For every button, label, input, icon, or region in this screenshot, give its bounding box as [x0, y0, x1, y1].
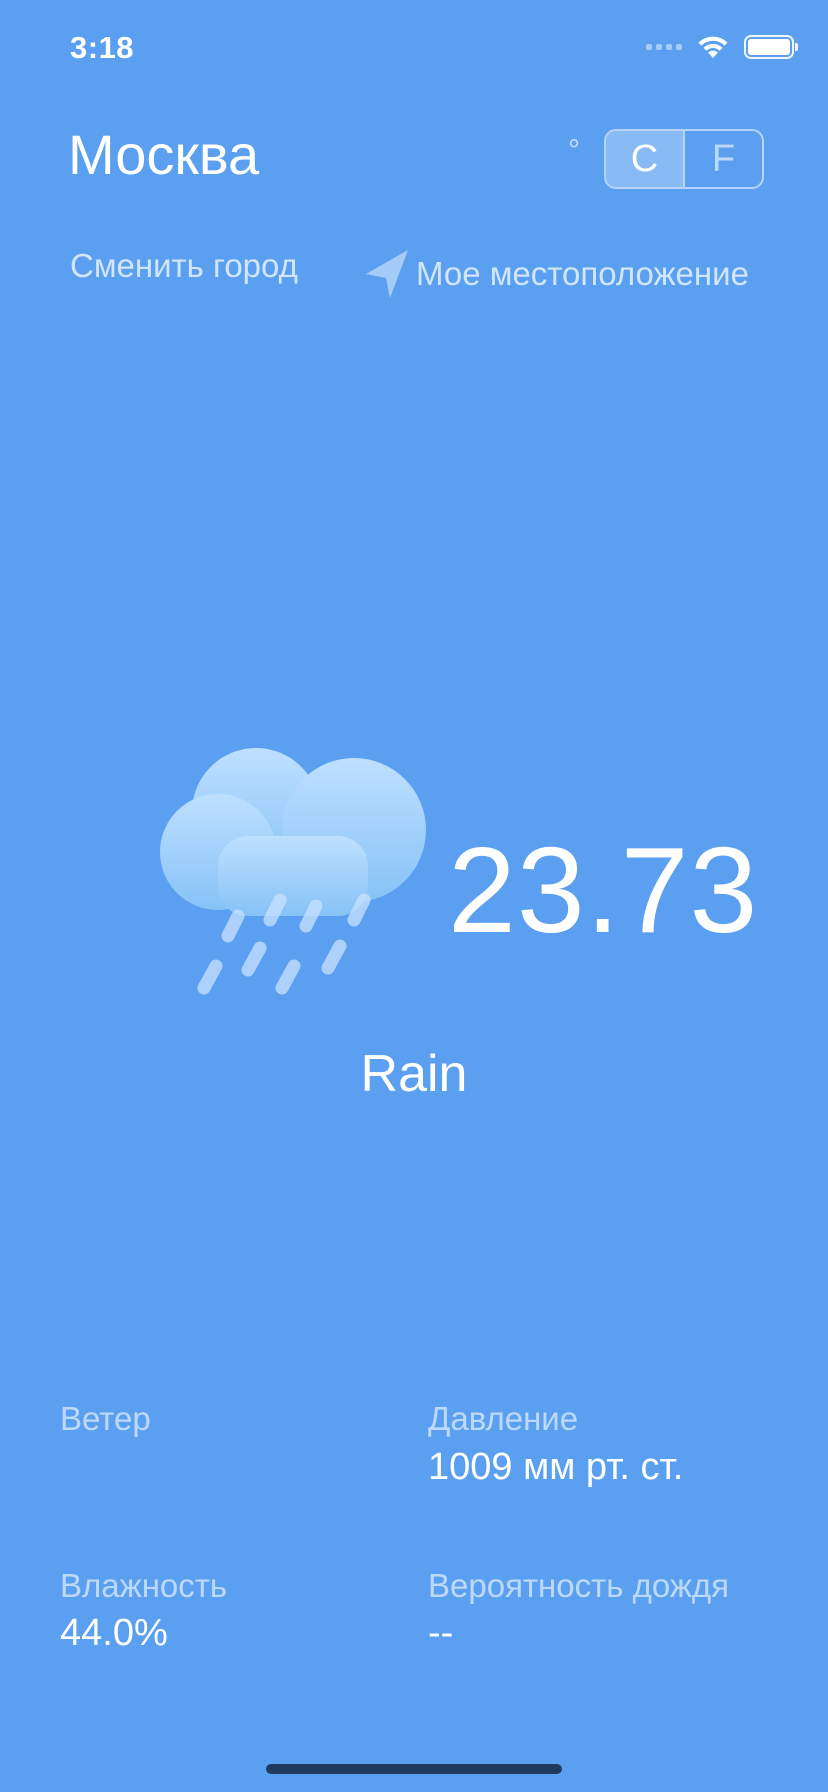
rain-cloud-icon [160, 748, 426, 995]
my-location-label: Мое местоположение [416, 255, 749, 292]
rain-chance-value: -- [428, 1612, 454, 1654]
pressure-value: 1009 мм рт. ст. [428, 1446, 684, 1488]
home-indicator[interactable] [266, 1764, 562, 1774]
humidity-value: 44.0% [60, 1612, 168, 1654]
rain-chance-label: Вероятность дождя [428, 1567, 730, 1604]
status-icons [646, 34, 798, 60]
wind-label: Ветер [60, 1400, 151, 1437]
change-city-button[interactable]: Сменить город [70, 247, 298, 285]
location-arrow-icon [366, 250, 408, 298]
city-name: Москва [68, 123, 260, 186]
wifi-icon [698, 36, 728, 58]
unit-celsius-button[interactable]: C [606, 131, 685, 187]
my-location-button[interactable]: Мое местоположение [364, 248, 749, 300]
status-time: 3:18 [70, 30, 135, 65]
unit-toggle[interactable]: C F [604, 129, 764, 189]
weather-screen: 3:18 Москва ° C F Сменить город Мое мест… [0, 0, 828, 1792]
temperature: 23.73 [448, 822, 759, 958]
humidity-label: Влажность [60, 1567, 228, 1604]
degree-symbol: ° [568, 134, 580, 167]
battery-icon [744, 35, 798, 59]
pressure-label: Давление [428, 1400, 579, 1437]
weather-condition: Rain [360, 1045, 468, 1103]
signal-icon [646, 44, 682, 50]
unit-fahrenheit-button[interactable]: F [685, 131, 762, 187]
